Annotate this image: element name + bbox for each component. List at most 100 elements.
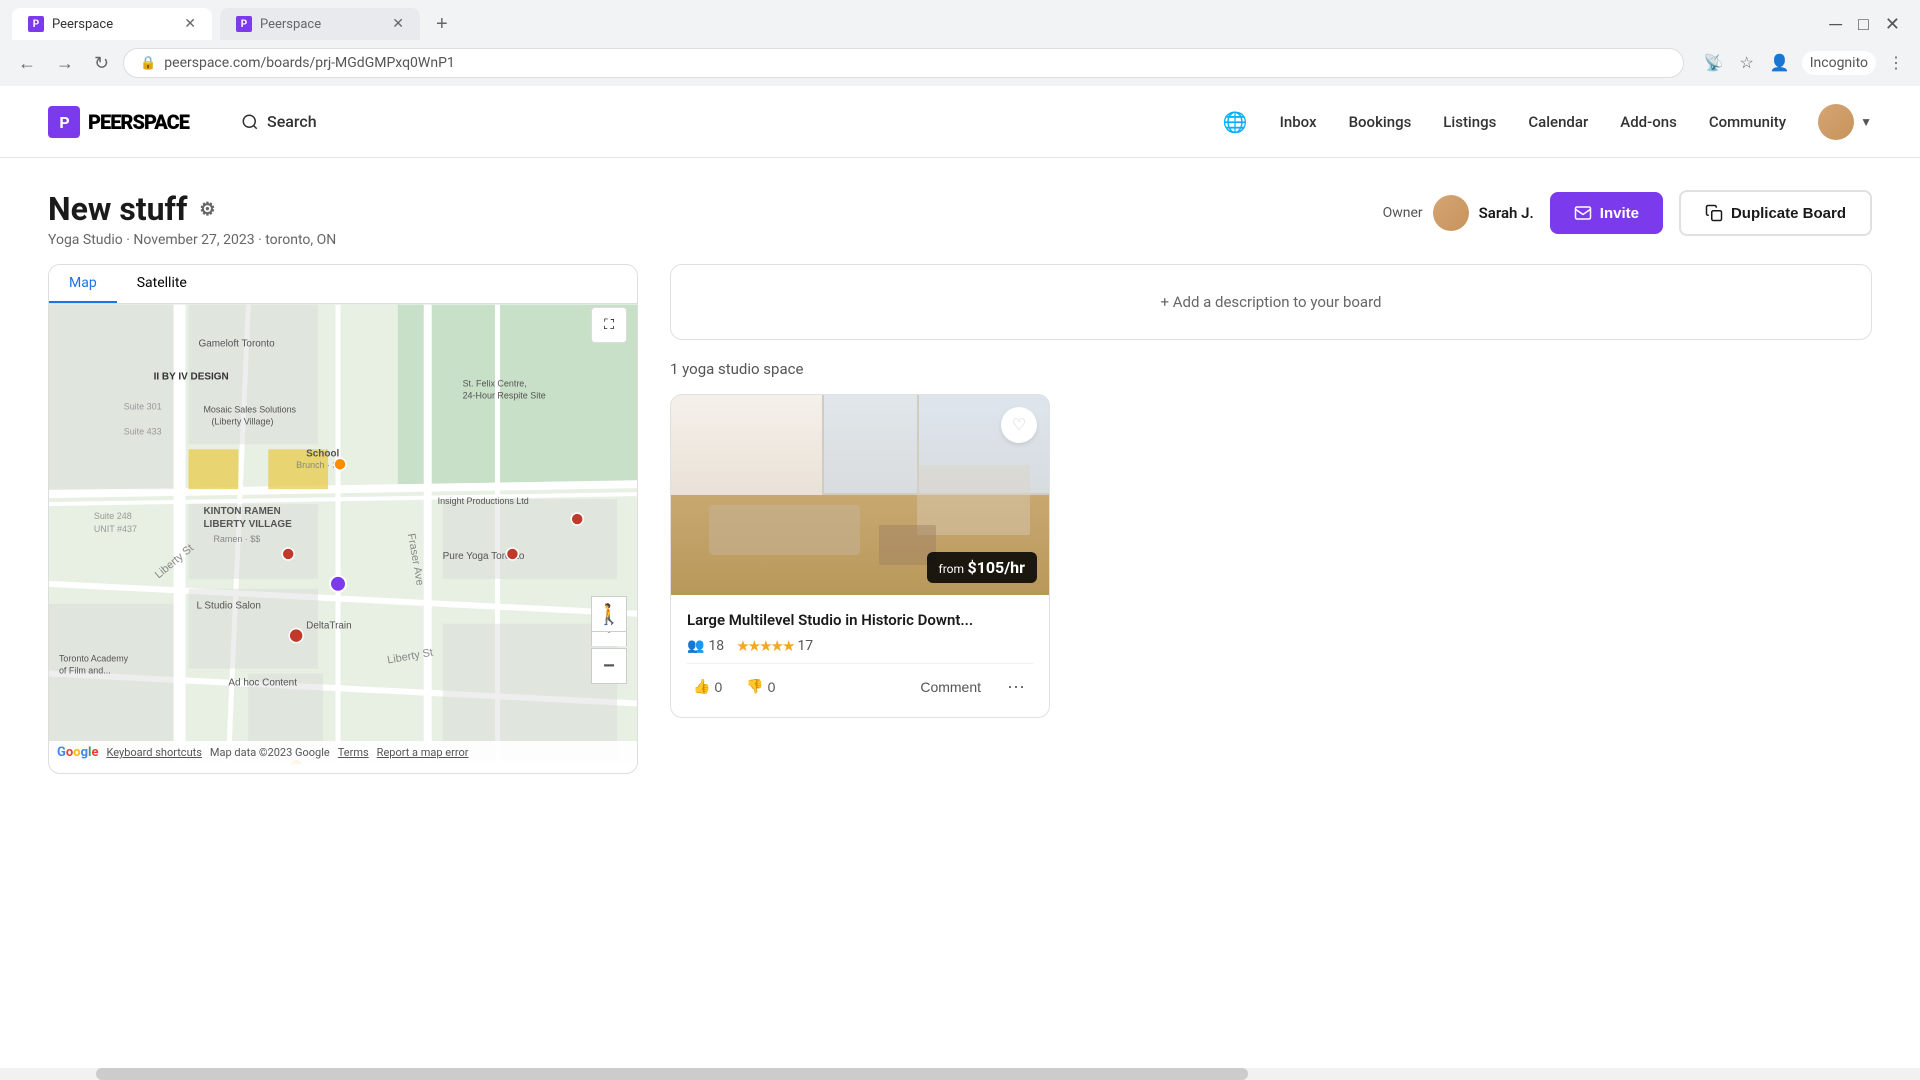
incognito-label[interactable]: Incognito (1802, 51, 1876, 75)
invite-button[interactable]: Invite (1550, 192, 1663, 234)
map-tab-satellite[interactable]: Satellite (117, 265, 207, 303)
board-title-section: New stuff ⚙ Yoga Studio · November 27, 2… (48, 190, 1383, 248)
dislike-button[interactable]: 👎 0 (740, 672, 781, 701)
cast-icon[interactable]: 📡 (1700, 49, 1728, 77)
browser-tab-2[interactable]: P Peerspace ✕ (220, 8, 420, 40)
thumb-up-icon: 👍 (693, 678, 710, 695)
svg-text:Suite 433: Suite 433 (124, 426, 162, 436)
capacity-item: 👥 18 (687, 638, 724, 654)
logo-icon: P (48, 106, 80, 138)
profile-icon[interactable]: 👤 (1766, 49, 1794, 77)
tab2-label: Peerspace (260, 17, 321, 32)
svg-text:LIBERTY VILLAGE: LIBERTY VILLAGE (203, 519, 292, 530)
menu-icon[interactable]: ⋮ (1884, 49, 1908, 77)
main-layout: Map Satellite ⛶ (48, 264, 1872, 774)
owner-name: Sarah J. (1479, 204, 1534, 222)
address-text: peerspace.com/boards/prj-MGdGMPxq0WnP1 (164, 55, 455, 71)
tab1-close[interactable]: ✕ (184, 16, 196, 32)
map-footer: Google Keyboard shortcuts Map data ©2023… (49, 741, 637, 764)
svg-text:P: P (59, 113, 69, 132)
like-button[interactable]: 👍 0 (687, 672, 728, 701)
nav-calendar[interactable]: Calendar (1528, 113, 1588, 131)
forward-button[interactable]: → (50, 49, 80, 78)
capacity-value: 18 (708, 638, 724, 654)
bottom-scrollbar[interactable] (0, 1068, 1920, 1080)
search-icon (241, 113, 259, 131)
map-container: Map Satellite ⛶ (48, 264, 638, 774)
svg-text:School: School (306, 448, 339, 459)
nav-addons[interactable]: Add-ons (1620, 113, 1677, 131)
map-svg: Liberty St Liberty St Fraser Ave Gamelof… (49, 304, 637, 764)
people-icon: 👥 (687, 638, 704, 654)
add-description-button[interactable]: + Add a description to your board (670, 264, 1872, 340)
svg-text:Suite 301: Suite 301 (124, 401, 162, 411)
nav-listings[interactable]: Listings (1443, 113, 1496, 131)
logo[interactable]: P PEERSPACE (48, 106, 189, 138)
pegman-icon[interactable]: 🚶 (591, 596, 627, 632)
svg-text:L Studio Salon: L Studio Salon (196, 601, 260, 612)
map-expand-button[interactable]: ⛶ (591, 307, 627, 343)
svg-text:II BY IV DESIGN: II BY IV DESIGN (154, 372, 229, 383)
duplicate-icon (1705, 204, 1723, 222)
space-count: 1 yoga studio space (670, 360, 1872, 378)
svg-text:Toronto Academy: Toronto Academy (59, 654, 129, 664)
browser-titlebar: P Peerspace ✕ P Peerspace ✕ + ─ □ ✕ (0, 0, 1920, 40)
search-nav-item[interactable]: Search (229, 104, 329, 139)
svg-text:Suite 248: Suite 248 (94, 511, 132, 521)
nav-bookings[interactable]: Bookings (1349, 113, 1412, 131)
scrollbar-thumb[interactable] (96, 1068, 1248, 1080)
nav-inbox[interactable]: Inbox (1280, 113, 1317, 131)
owner-section: Owner Sarah J. (1383, 195, 1534, 231)
settings-icon[interactable]: ⚙ (199, 199, 215, 220)
star-icons: ★★★★★ (736, 637, 793, 655)
space-actions: 👍 0 👎 0 Comment ··· (687, 663, 1033, 701)
space-title[interactable]: Large Multilevel Studio in Historic Down… (687, 611, 1033, 629)
map-data: Map data ©2023 Google (210, 746, 330, 759)
user-menu[interactable]: ▼ (1818, 104, 1872, 140)
svg-text:24-Hour Respite Site: 24-Hour Respite Site (463, 390, 546, 400)
duplicate-button[interactable]: Duplicate Board (1679, 190, 1872, 236)
browser-chrome: P Peerspace ✕ P Peerspace ✕ + ─ □ ✕ ← → … (0, 0, 1920, 86)
report-link[interactable]: Report a map error (377, 746, 469, 759)
more-options-button[interactable]: ··· (999, 672, 1033, 701)
owner-avatar (1433, 195, 1469, 231)
tab2-close[interactable]: ✕ (392, 16, 404, 32)
close-icon[interactable]: ✕ (1885, 14, 1900, 35)
user-avatar (1818, 104, 1854, 140)
reload-button[interactable]: ↻ (88, 49, 115, 78)
search-label: Search (267, 112, 317, 131)
svg-text:Ad hoc Content: Ad hoc Content (228, 677, 297, 688)
address-bar[interactable]: 🔒 peerspace.com/boards/prj-MGdGMPxq0WnP1 (123, 48, 1683, 78)
board-header: New stuff ⚙ Yoga Studio · November 27, 2… (48, 190, 1872, 248)
comment-label: Comment (920, 679, 981, 695)
invite-label: Invite (1600, 205, 1639, 222)
nav-community[interactable]: Community (1709, 113, 1786, 131)
tab1-label: Peerspace (52, 17, 113, 32)
board-actions: Owner Sarah J. Invite Duplicate Board (1383, 190, 1872, 236)
space-card-image: ♡ from $105/hr (671, 395, 1049, 595)
maximize-icon[interactable]: □ (1858, 14, 1869, 35)
svg-text:Insight Productions Ltd: Insight Productions Ltd (438, 496, 529, 506)
comment-button[interactable]: Comment (914, 673, 987, 701)
bookmark-icon[interactable]: ☆ (1735, 49, 1757, 77)
map-body: Liberty St Liberty St Fraser Ave Gamelof… (49, 304, 637, 764)
minimize-icon[interactable]: ─ (1829, 14, 1842, 35)
terms-link[interactable]: Terms (338, 746, 369, 759)
app-header: P PEERSPACE Search 🌐 Inbox Bookings List… (0, 86, 1920, 158)
favorite-button[interactable]: ♡ (1001, 407, 1037, 443)
back-button[interactable]: ← (12, 49, 42, 78)
space-card-body: Large Multilevel Studio in Historic Down… (671, 595, 1049, 717)
map-zoom-out[interactable]: − (591, 648, 627, 684)
browser-tab-1[interactable]: P Peerspace ✕ (12, 8, 212, 40)
svg-text:Gameloft Toronto: Gameloft Toronto (198, 339, 275, 350)
new-tab-button[interactable]: + (428, 9, 456, 40)
globe-icon[interactable]: 🌐 (1223, 110, 1248, 134)
dislike-count: 0 (768, 679, 776, 695)
keyboard-shortcuts[interactable]: Keyboard shortcuts (106, 746, 201, 759)
add-description-label: + Add a description to your board (1160, 293, 1381, 311)
svg-text:DeltaTrain: DeltaTrain (306, 621, 352, 632)
space-meta: 👥 18 ★★★★★ 17 (687, 637, 1033, 655)
map-tab-map[interactable]: Map (49, 265, 117, 303)
right-panel: + Add a description to your board 1 yoga… (670, 264, 1872, 774)
svg-text:Mosaic Sales Solutions: Mosaic Sales Solutions (203, 404, 296, 414)
